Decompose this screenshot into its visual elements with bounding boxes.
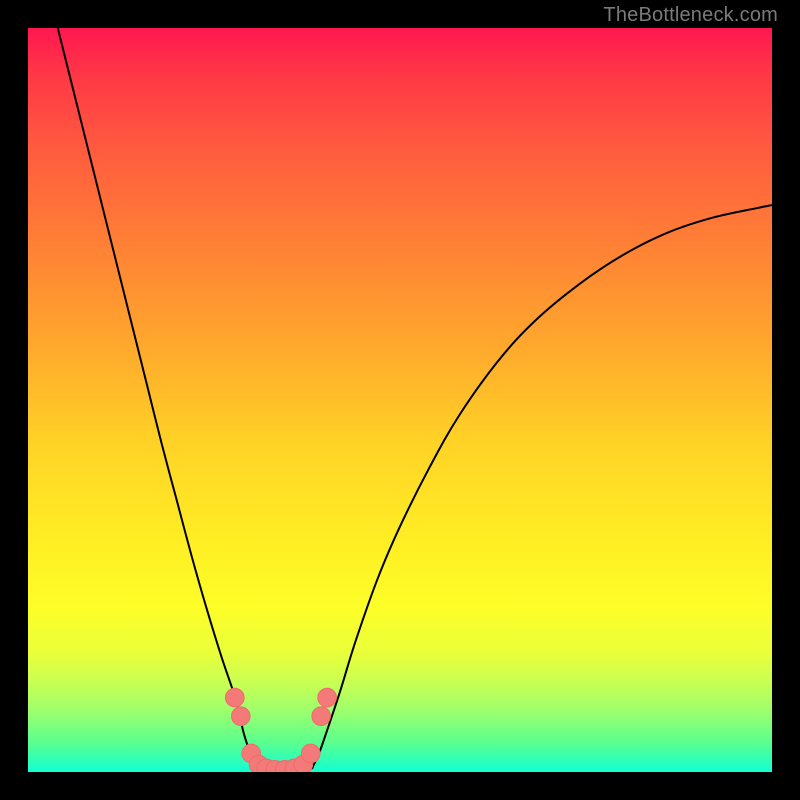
- marker-dot: [312, 707, 331, 726]
- curve-path: [58, 28, 772, 772]
- chart-container: TheBottleneck.com: [0, 0, 800, 800]
- plot-area: [28, 28, 772, 772]
- watermark-text: TheBottleneck.com: [603, 4, 778, 27]
- marker-dot: [226, 688, 245, 707]
- marker-dot: [301, 744, 320, 763]
- curve-svg: [28, 28, 772, 772]
- marker-dot: [318, 688, 337, 707]
- marker-dot: [231, 707, 250, 726]
